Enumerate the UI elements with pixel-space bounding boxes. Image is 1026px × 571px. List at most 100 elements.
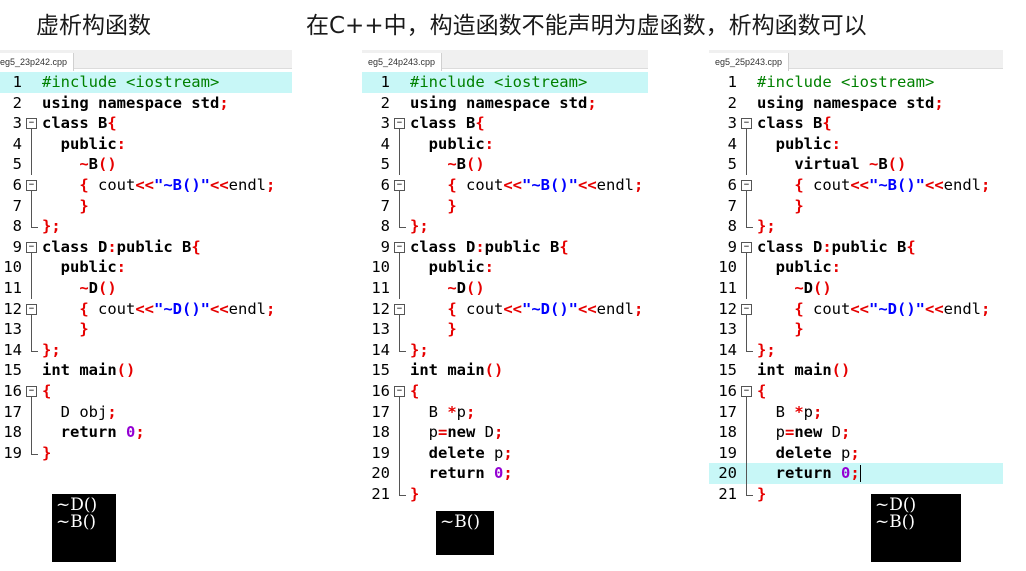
- code-token: {: [757, 175, 813, 194]
- code-line[interactable]: 15 int main(): [709, 360, 1003, 381]
- code-line[interactable]: 2 using namespace std;: [709, 93, 1003, 114]
- code-line[interactable]: 11 ~D(): [362, 277, 648, 299]
- fold-toggle-icon[interactable]: −: [741, 237, 753, 258]
- code-line[interactable]: 10 public:: [709, 257, 1003, 278]
- line-number: 15: [371, 361, 390, 380]
- code-line[interactable]: 9− class D:public B{: [0, 237, 292, 258]
- code-line[interactable]: 1 #include <iostream>: [709, 72, 1003, 93]
- code-line[interactable]: 18 p=new D;: [709, 422, 1003, 443]
- fold-toggle-icon[interactable]: −: [26, 381, 38, 402]
- fold-toggle-icon[interactable]: −: [26, 237, 38, 258]
- fold-toggle-icon[interactable]: −: [741, 175, 753, 196]
- code-line[interactable]: 17 B *p;: [709, 401, 1003, 423]
- code-line[interactable]: 3− class B{: [709, 113, 1003, 134]
- fold-toggle-icon[interactable]: −: [394, 113, 406, 134]
- code-line[interactable]: 4 public:: [362, 133, 648, 155]
- code-line[interactable]: 5 ~B(): [362, 154, 648, 175]
- code-area[interactable]: 1 #include <iostream> 2 using namespace std…: [0, 72, 292, 463]
- code-line[interactable]: 15 int main(): [0, 360, 292, 381]
- code-token: {: [410, 299, 466, 318]
- code-line[interactable]: 16−{: [709, 381, 1003, 402]
- file-tab[interactable]: eg5_23p242.cpp: [0, 53, 75, 71]
- code-token: public: [42, 258, 117, 277]
- fold-toggle-icon[interactable]: −: [26, 175, 38, 196]
- code-line[interactable]: 11 ~D(): [709, 277, 1003, 299]
- code-token: using namespace std: [42, 93, 220, 112]
- code-line[interactable]: 18 return 0;: [0, 422, 292, 443]
- code-line[interactable]: 5 ~B(): [0, 154, 292, 175]
- code-line[interactable]: 8};: [0, 216, 292, 237]
- code-line[interactable]: 13 }: [362, 319, 648, 340]
- fold-toggle-icon[interactable]: −: [741, 381, 753, 402]
- code-line[interactable]: 18 p=new D;: [362, 422, 648, 443]
- code-token: return: [410, 464, 494, 483]
- code-text: }: [410, 196, 456, 217]
- code-line[interactable]: 13 }: [0, 319, 292, 340]
- code-line[interactable]: 8};: [709, 216, 1003, 237]
- code-line[interactable]: 14};: [362, 339, 648, 361]
- code-token: ;: [219, 93, 229, 112]
- code-line[interactable]: 19 delete p;: [362, 442, 648, 464]
- code-text: int main(): [410, 360, 503, 381]
- code-line[interactable]: 2 using namespace std;: [362, 93, 648, 114]
- code-token: ~: [868, 155, 879, 174]
- file-tab[interactable]: eg5_25p243.cpp: [709, 53, 790, 71]
- code-line[interactable]: 9− class D:public B{: [362, 237, 648, 258]
- code-token: public: [42, 134, 117, 153]
- code-line[interactable]: 21}: [362, 483, 648, 505]
- code-line[interactable]: 3− class B{: [0, 113, 292, 134]
- code-line[interactable]: 2 using namespace std;: [0, 93, 292, 114]
- code-line[interactable]: 13 }: [709, 319, 1003, 340]
- code-line[interactable]: 12− { cout<<"~D()"<<endl;: [362, 299, 648, 320]
- code-line[interactable]: 11 ~D(): [0, 277, 292, 299]
- code-line[interactable]: 14};: [709, 339, 1003, 361]
- code-line[interactable]: 12− { cout<<"~D()"<<endl;: [0, 299, 292, 320]
- code-text: { cout<<"~D()"<<endl;: [410, 299, 643, 320]
- code-line[interactable]: 19}: [0, 442, 292, 464]
- code-line[interactable]: 6− { cout<<"~B()"<<endl;: [362, 175, 648, 196]
- code-token: };: [757, 217, 776, 236]
- code-line[interactable]: 7 }: [362, 195, 648, 217]
- code-line[interactable]: 6− { cout<<"~B()"<<endl;: [709, 175, 1003, 196]
- code-line[interactable]: 1 #include <iostream>: [362, 72, 648, 93]
- fold-toggle-icon[interactable]: −: [741, 113, 753, 134]
- code-line[interactable]: 4 public:: [709, 133, 1003, 155]
- file-tab[interactable]: eg5_24p243.cpp: [362, 53, 443, 71]
- fold-toggle-icon[interactable]: −: [394, 237, 406, 258]
- code-line[interactable]: 20 return 0;: [709, 463, 1003, 484]
- fold-toggle-icon[interactable]: −: [26, 299, 38, 320]
- code-line[interactable]: 7 }: [709, 195, 1003, 217]
- code-text: }: [410, 319, 456, 340]
- fold-toggle-icon[interactable]: −: [394, 299, 406, 320]
- code-line[interactable]: 17 D obj;: [0, 401, 292, 423]
- code-token: :: [107, 237, 117, 256]
- code-line[interactable]: 12− { cout<<"~D()"<<endl;: [709, 299, 1003, 320]
- code-line[interactable]: 17 B *p;: [362, 401, 648, 423]
- code-token: p: [757, 423, 785, 442]
- code-line[interactable]: 4 public:: [0, 133, 292, 155]
- code-line[interactable]: 5 virtual ~B(): [709, 154, 1003, 175]
- code-line[interactable]: 8};: [362, 216, 648, 237]
- code-line[interactable]: 20 return 0;: [362, 463, 648, 484]
- fold-toggle-icon[interactable]: −: [394, 381, 406, 402]
- line-number: 2: [12, 93, 22, 112]
- code-line[interactable]: 14};: [0, 339, 292, 361]
- code-line[interactable]: 9− class D:public B{: [709, 237, 1003, 258]
- code-line[interactable]: 10 public:: [0, 257, 292, 278]
- code-line[interactable]: 6− { cout<<"~B()"<<endl;: [0, 175, 292, 196]
- code-area[interactable]: 1 #include <iostream> 2 using namespace std…: [362, 72, 648, 504]
- code-line[interactable]: 1 #include <iostream>: [0, 72, 292, 93]
- fold-toggle-icon[interactable]: −: [394, 175, 406, 196]
- code-line[interactable]: 3− class B{: [362, 113, 648, 134]
- code-line[interactable]: 7 }: [0, 195, 292, 217]
- code-line[interactable]: 16−{: [362, 381, 648, 402]
- fold-toggle-icon[interactable]: −: [26, 113, 38, 134]
- code-line[interactable]: 16−{: [0, 381, 292, 402]
- line-number: 12: [718, 299, 737, 318]
- code-line[interactable]: 19 delete p;: [709, 442, 1003, 464]
- code-line[interactable]: 10 public:: [362, 257, 648, 278]
- code-line[interactable]: 15 int main(): [362, 360, 648, 381]
- fold-toggle-icon[interactable]: −: [741, 299, 753, 320]
- fold-guide: [26, 154, 38, 175]
- code-area[interactable]: 1 #include <iostream> 2 using namespace std…: [709, 72, 1003, 504]
